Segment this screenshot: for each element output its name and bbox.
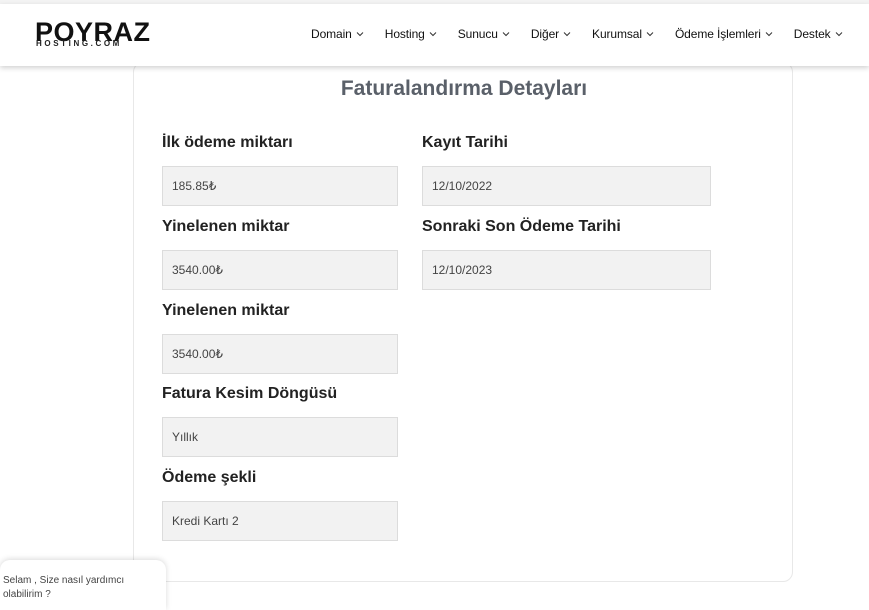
card-title: Faturalandırma Detayları	[340, 77, 588, 100]
nav-item-kurumsal[interactable]: Kurumsal	[592, 27, 654, 41]
field-recurring-amount: Yinelenen miktar 3540.00₺	[162, 217, 398, 290]
nav-item-domain[interactable]: Domain	[311, 27, 364, 41]
site-header: POYRAZ HOSTING.COM Domain Hosting Sunucu…	[0, 4, 869, 66]
chevron-down-icon	[646, 32, 654, 37]
nav-item-label: Kurumsal	[592, 27, 642, 41]
nav-item-destek[interactable]: Destek	[794, 27, 843, 41]
field-label: Fatura Kesim Döngüsü	[162, 385, 338, 402]
field-label: Ödeme şekli	[162, 469, 257, 486]
chevron-down-icon	[429, 32, 437, 37]
nav-item-diger[interactable]: Diğer	[531, 27, 571, 41]
field-value: 185.85₺	[162, 166, 398, 206]
field-payment-method: Ödeme şekli Kredi Kartı 2	[162, 468, 398, 541]
main-nav: Domain Hosting Sunucu Diğer Kurumsal Öde…	[311, 24, 843, 44]
chevron-down-icon	[765, 32, 773, 37]
nav-item-odeme-islemleri[interactable]: Ödeme İşlemleri	[675, 27, 773, 41]
field-value: 12/10/2023	[422, 250, 711, 290]
chat-widget[interactable]: Selam , Size nasıl yardımcı olabilirim ?	[0, 560, 166, 610]
nav-item-label: Domain	[311, 27, 352, 41]
field-label: Yinelenen miktar	[162, 218, 290, 235]
field-recurring-amount-2: Yinelenen miktar 3540.00₺	[162, 301, 398, 374]
field-value: Yıllık	[162, 417, 398, 457]
chevron-down-icon	[502, 32, 510, 37]
field-value: Kredi Kartı 2	[162, 501, 398, 541]
field-first-payment: İlk ödeme miktarı 185.85₺	[162, 133, 398, 206]
chevron-down-icon	[356, 32, 364, 37]
field-value: 3540.00₺	[162, 250, 398, 290]
field-value: 12/10/2022	[422, 166, 711, 206]
chat-message: Selam , Size nasıl yardımcı olabilirim ?	[3, 575, 125, 600]
brand-logo[interactable]: POYRAZ HOSTING.COM	[35, 18, 150, 52]
field-label: Kayıt Tarihi	[422, 134, 508, 151]
field-billing-cycle: Fatura Kesim Döngüsü Yıllık	[162, 384, 398, 457]
field-value: 3540.00₺	[162, 334, 398, 374]
chevron-down-icon	[835, 32, 842, 37]
billing-details-card: Faturalandırma Detayları İlk ödeme mikta…	[133, 62, 793, 582]
nav-item-sunucu[interactable]: Sunucu	[458, 27, 510, 41]
nav-item-label: Destek	[793, 27, 831, 41]
nav-item-hosting[interactable]: Hosting	[385, 27, 437, 41]
nav-item-label: Hosting	[384, 27, 425, 41]
field-label: Sonraki Son Ödeme Tarihi	[422, 218, 621, 235]
field-label: Yinelenen miktar	[162, 302, 290, 319]
brand-sub: HOSTING.COM	[36, 39, 122, 48]
nav-item-label: Sunucu	[457, 27, 498, 41]
chevron-down-icon	[563, 32, 571, 37]
nav-item-label: Ödeme İşlemleri	[674, 27, 761, 41]
nav-item-label: Diğer	[530, 27, 560, 41]
field-label: İlk ödeme miktarı	[162, 134, 293, 151]
field-registration-date: Kayıt Tarihi 12/10/2022	[422, 133, 711, 206]
field-next-due-date: Sonraki Son Ödeme Tarihi 12/10/2023	[422, 217, 711, 290]
